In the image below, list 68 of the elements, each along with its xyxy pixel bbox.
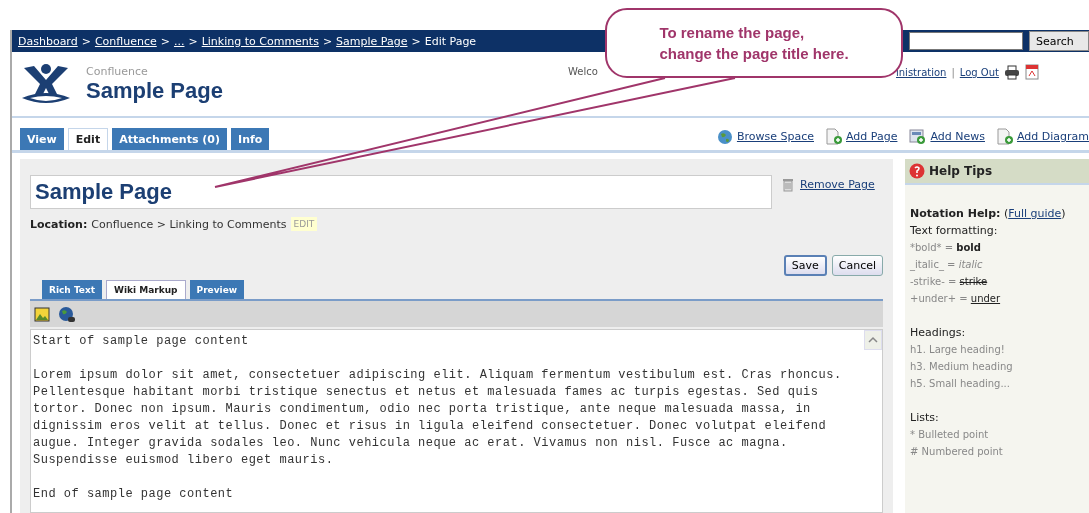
help-icon xyxy=(909,163,925,179)
breadcrumb-separator: > xyxy=(322,34,333,48)
breadcrumb-link[interactable]: Dashboard xyxy=(18,34,78,48)
heading-example: h1. Large heading! xyxy=(910,343,1006,357)
heading-example: h5. Small heading... xyxy=(910,377,1011,391)
callout-text: To rename the page, change the page title here. xyxy=(659,23,849,64)
markup-example: *bold* = xyxy=(910,242,954,253)
breadcrumb-link[interactable]: Sample Page xyxy=(336,34,408,48)
breadcrumb-current: Edit Page xyxy=(424,34,477,48)
search-field[interactable] xyxy=(909,32,1023,50)
add-news-icon[interactable] xyxy=(909,128,927,145)
list-example: # Numbered point xyxy=(910,445,1004,459)
page-tab[interactable]: Edit xyxy=(67,128,109,150)
search-button[interactable]: Search xyxy=(1029,31,1089,51)
editor-mode-tab[interactable]: Wiki Markup xyxy=(106,280,186,299)
breadcrumb-separator: > xyxy=(81,34,91,48)
scrollbar[interactable] xyxy=(864,330,882,350)
pdf-document-icon[interactable] xyxy=(1024,64,1039,80)
page-tab[interactable]: Attachments (0) xyxy=(112,128,228,150)
section-label: Text formatting: xyxy=(910,223,999,239)
welcome-text: Welco xyxy=(568,66,598,77)
markup-example: +under+ = xyxy=(910,293,968,304)
printer-icon[interactable] xyxy=(1003,64,1020,80)
editor-mode-tab[interactable]: Rich Text xyxy=(42,280,103,299)
section-label: Lists: xyxy=(910,410,940,426)
formatted-example: italic xyxy=(958,259,983,270)
location-label: Location: xyxy=(30,217,88,231)
user-link[interactable]: Log Out xyxy=(959,66,999,78)
formatted-example: bold xyxy=(956,242,981,253)
page-tab[interactable]: Info xyxy=(231,128,270,150)
heading-example: h3. Medium heading xyxy=(910,360,1014,374)
breadcrumb-link[interactable]: ... xyxy=(173,34,185,48)
formatted-example: under xyxy=(970,293,1001,304)
remove-page-link[interactable]: Remove Page xyxy=(800,178,875,191)
location-path: Confluence > Linking to Comments xyxy=(91,217,287,231)
globe-link-icon[interactable] xyxy=(58,305,76,323)
form-button[interactable]: Save xyxy=(783,255,827,276)
formatted-example: strike xyxy=(959,276,988,287)
action-link[interactable]: Add Diagram xyxy=(1016,130,1089,143)
user-link[interactable]: inistration xyxy=(896,66,947,78)
editor-mode-tab[interactable]: Preview xyxy=(189,280,245,299)
form-button[interactable]: Cancel xyxy=(831,255,883,276)
action-link[interactable]: Add Page xyxy=(846,130,898,143)
notation-help-text: Notation Help: (Full guide) xyxy=(910,206,1067,222)
globe-icon[interactable] xyxy=(716,128,733,145)
list-example: * Bulleted point xyxy=(910,428,990,442)
page-title: Sample Page xyxy=(86,77,223,104)
breadcrumb-link[interactable]: Linking to Comments xyxy=(201,34,319,48)
add-page-icon[interactable] xyxy=(826,128,842,145)
breadcrumb-separator: > xyxy=(160,34,170,48)
add-page-icon[interactable] xyxy=(996,128,1013,145)
markup-example: _italic_ = xyxy=(910,259,956,270)
space-name: Confluence xyxy=(86,64,149,78)
page-tab[interactable]: View xyxy=(20,128,64,150)
section-label: Headings: xyxy=(910,325,967,341)
breadcrumb-separator: > xyxy=(188,34,198,48)
markup-example: -strike- = xyxy=(910,276,957,287)
breadcrumb-link[interactable]: Confluence xyxy=(94,34,157,48)
image-icon[interactable] xyxy=(34,306,50,322)
breadcrumb-separator: > xyxy=(411,34,421,48)
title-input-field[interactable]: Sample Page xyxy=(30,175,772,209)
full-guide-link[interactable]: Full guide xyxy=(1008,207,1062,220)
help-title: Help Tips xyxy=(929,164,993,178)
person-logo-icon xyxy=(20,62,72,106)
action-link[interactable]: Browse Space xyxy=(736,130,814,143)
action-link[interactable]: Add News xyxy=(930,130,985,143)
trash-icon[interactable] xyxy=(782,177,794,192)
link-separator: | xyxy=(951,66,955,78)
